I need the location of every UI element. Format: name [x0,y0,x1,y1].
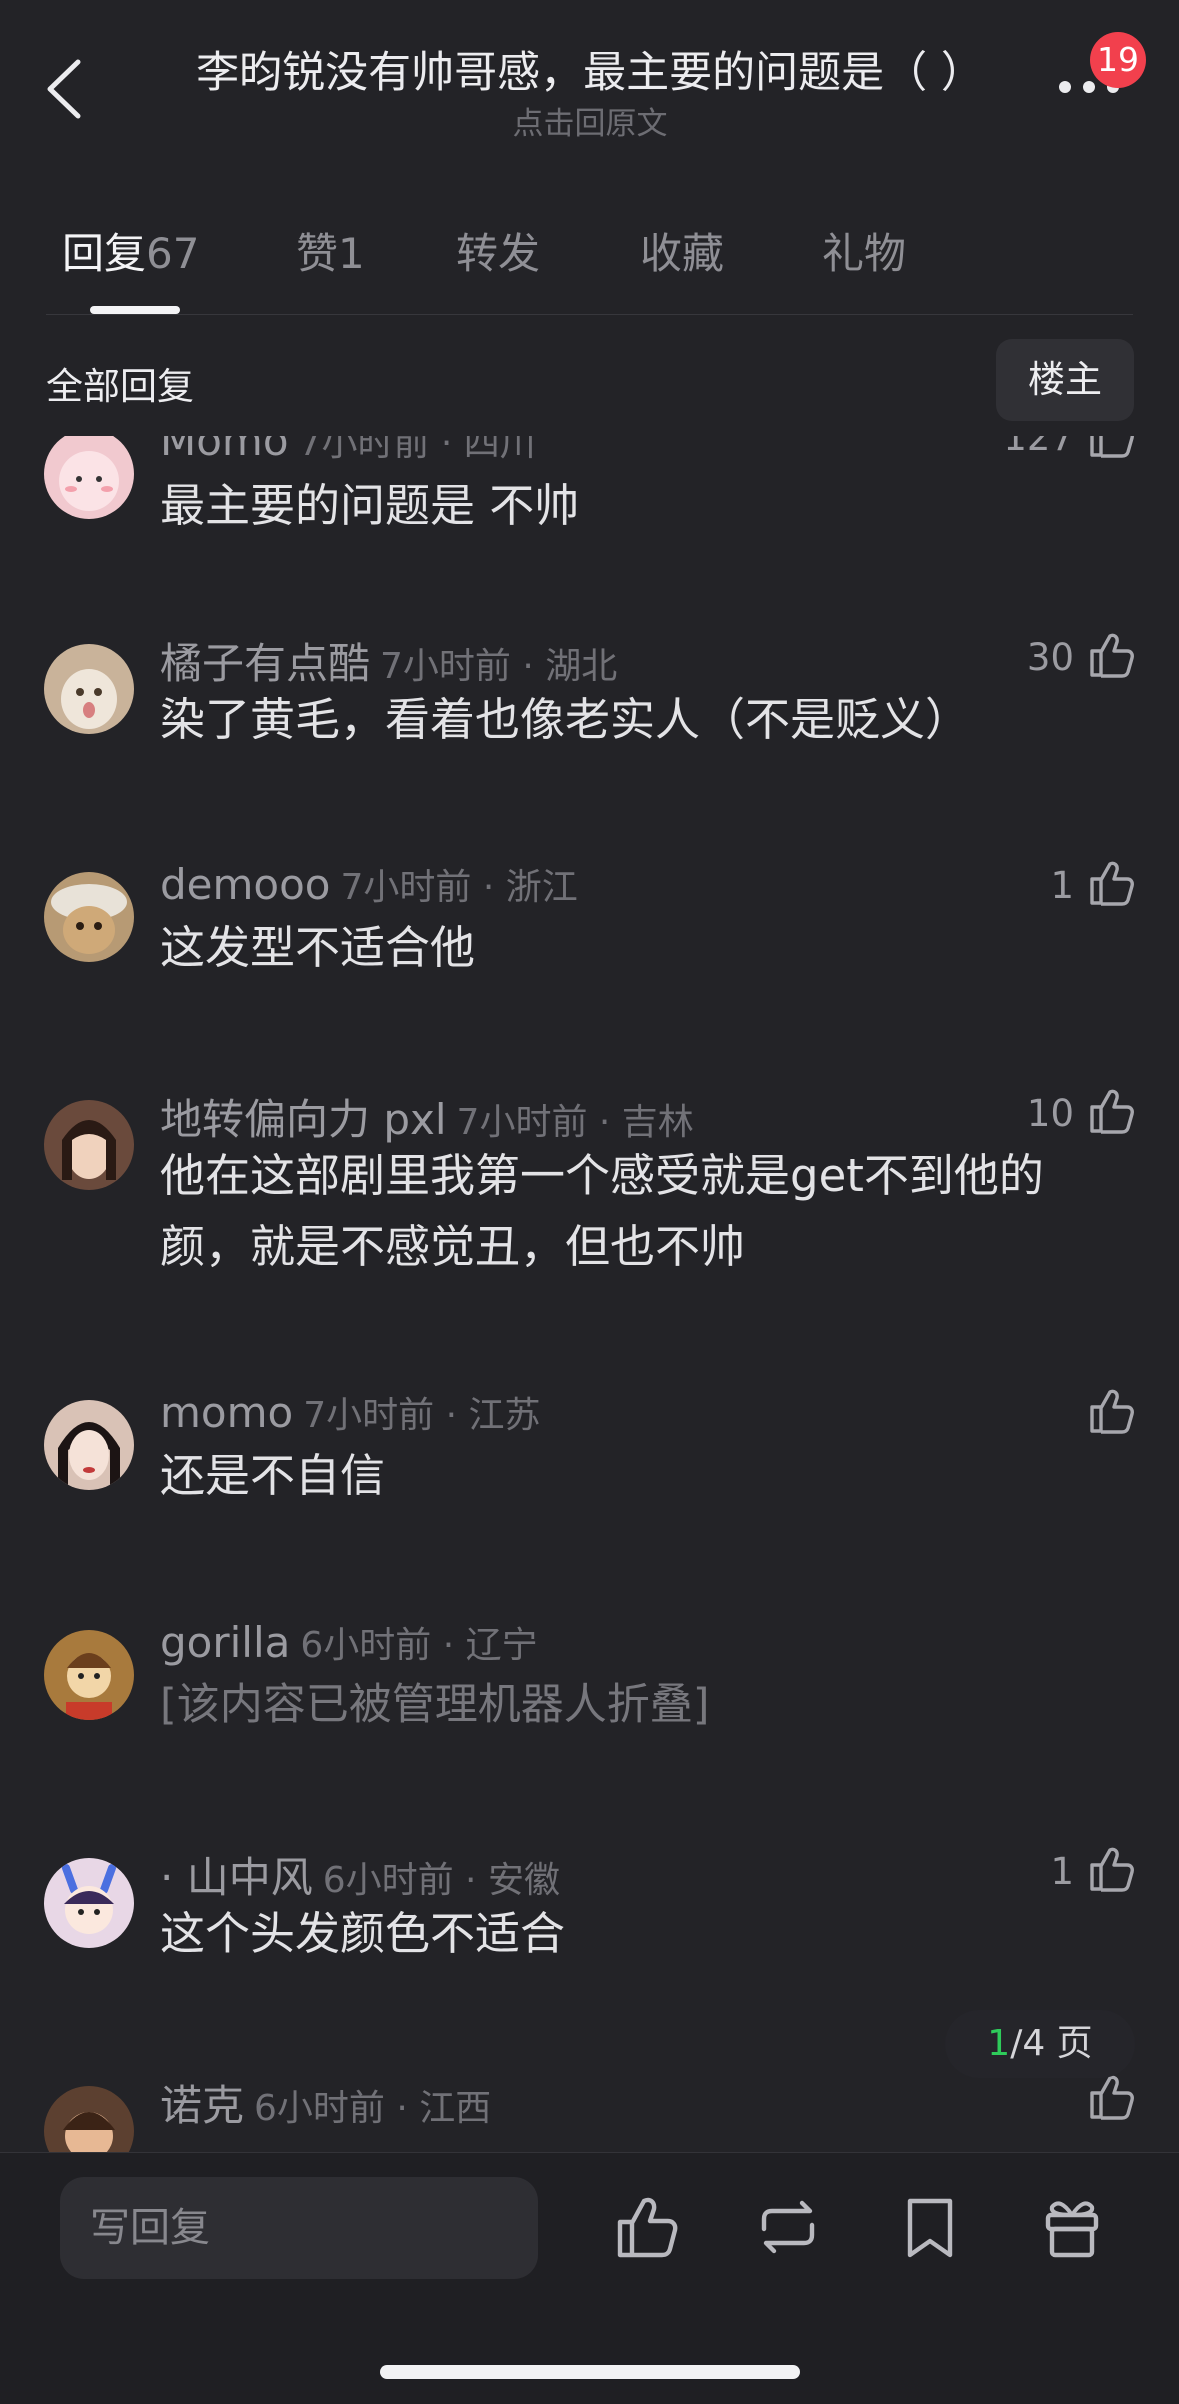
tab-label: 收藏 [640,229,725,278]
like-count: 127 [1003,436,1074,459]
comment-time-location: 7小时前 · 湖北 [380,646,618,687]
tab-reposts[interactable]: 转发 [456,220,540,281]
post-title[interactable]: 李昀锐没有帅哥感，最主要的问题是（ ） [190,38,990,100]
comment-meta: · 山中风 6小时前 · 安徽 [160,1844,560,1905]
comment-meta: Momo 7小时前 · 四川 [160,436,536,466]
notification-badge: 19 [1090,32,1146,88]
username[interactable]: 地转偏向力 pxl [160,1095,447,1144]
comment-text: 这发型不适合他 [160,921,476,974]
comment-meta: gorilla 6小时前 · 辽宁 [160,1616,538,1668]
tab-gifts[interactable]: 礼物 [822,220,906,281]
avatar[interactable] [44,1400,134,1490]
tab-replies[interactable]: 回复67 [62,220,199,281]
comment-text: 染了黄毛，看着也像老实人（不是贬义） [160,693,971,746]
comment-meta: 诺克 6小时前 · 江西 [160,2072,491,2133]
username[interactable]: 橘子有点酷 [160,639,370,688]
comment-time-location: 6小时前 · 江西 [254,2088,492,2129]
owner-filter-button[interactable]: 楼主 [996,339,1134,421]
comment-time-location: 6小时前 · 安徽 [322,1860,560,1901]
active-tab-indicator [90,306,180,314]
section-title: 全部回复 [46,365,194,408]
thumbs-up-icon[interactable] [1086,630,1136,680]
like-count: 30 [1026,636,1074,679]
comment-meta: 橘子有点酷 7小时前 · 湖北 [160,630,617,691]
repost-icon[interactable] [754,2193,822,2261]
tab-count: 67 [146,229,200,278]
thumbs-up-icon[interactable] [1086,2072,1136,2122]
folded-comment-text[interactable]: [该内容已被管理机器人折叠] [160,1670,1120,1741]
total-pages: /4 页 [1010,2023,1093,2064]
divider [46,314,1133,315]
gift-icon[interactable] [1038,2193,1106,2261]
comment-text: 他在这部剧里我第一个感受就是get不到他的颜，就是不感觉丑，但也不帅 [160,1149,1044,1273]
avatar[interactable] [44,644,134,734]
comment-time-location: 7小时前 · 吉林 [456,1102,694,1143]
tab-count: 1 [338,229,365,278]
avatar[interactable] [44,2086,134,2152]
username[interactable]: momo [160,1388,293,1437]
avatar[interactable] [44,1100,134,1190]
username[interactable]: gorilla [160,1618,290,1667]
bookmark-icon[interactable] [896,2193,964,2261]
tab-likes[interactable]: 赞1 [296,220,365,281]
username[interactable]: Momo [160,436,289,465]
like-count: 10 [1026,1092,1074,1135]
avatar[interactable] [44,1858,134,1948]
avatar[interactable] [44,1630,134,1720]
comment-list[interactable]: Momo 7小时前 · 四川 127 最主要的问题是 不帅 橘子有点酷 7小时前 ·… [0,436,1179,2152]
tab-label: 回复 [62,229,147,278]
comment-text: 这个头发颜色不适合 [160,1907,566,1960]
comment-text: 最主要的问题是 不帅 [160,479,580,532]
comment-meta: demooo 7小时前 · 浙江 [160,858,578,910]
back-chevron-icon[interactable] [42,58,86,120]
like-count: 1 [1050,1850,1074,1893]
comment-time-location: 7小时前 · 四川 [298,436,536,464]
tab-bar: 回复67 赞1 转发 收藏 礼物 [0,220,1179,280]
comment-time-location: 7小时前 · 江苏 [303,1395,541,1436]
username[interactable]: · 山中风 [160,1853,313,1902]
tab-label: 赞 [296,229,339,278]
reply-input[interactable]: 写回复 [60,2177,538,2279]
tab-label: 转发 [456,229,541,278]
thumbs-up-icon[interactable] [1086,1386,1136,1436]
comment-meta: 地转偏向力 pxl 7小时前 · 吉林 [160,1086,694,1147]
comment-time-location: 6小时前 · 辽宁 [300,1625,538,1666]
thumbs-up-icon[interactable] [1086,858,1136,908]
thumbs-up-icon[interactable] [1086,1086,1136,1136]
tab-favorites[interactable]: 收藏 [640,220,724,281]
current-page: 1 [987,2023,1011,2064]
tab-label: 礼物 [822,229,907,278]
comment-time-location: 7小时前 · 浙江 [340,867,578,908]
comment-meta: momo 7小时前 · 江苏 [160,1386,540,1438]
home-indicator [380,2365,800,2379]
username[interactable]: 诺克 [160,2081,244,2130]
page-indicator[interactable]: 1/4 页 [945,2010,1135,2078]
avatar[interactable] [44,872,134,962]
thumbs-up-icon[interactable] [1086,1844,1136,1894]
thumbs-up-icon[interactable] [612,2193,680,2261]
thumbs-up-icon[interactable] [1086,436,1136,460]
username[interactable]: demooo [160,860,331,909]
comment-text: 还是不自信 [160,1449,386,1502]
avatar[interactable] [44,436,134,519]
like-count: 1 [1050,864,1074,907]
back-to-original-link[interactable]: 点击回原文 [400,98,780,143]
